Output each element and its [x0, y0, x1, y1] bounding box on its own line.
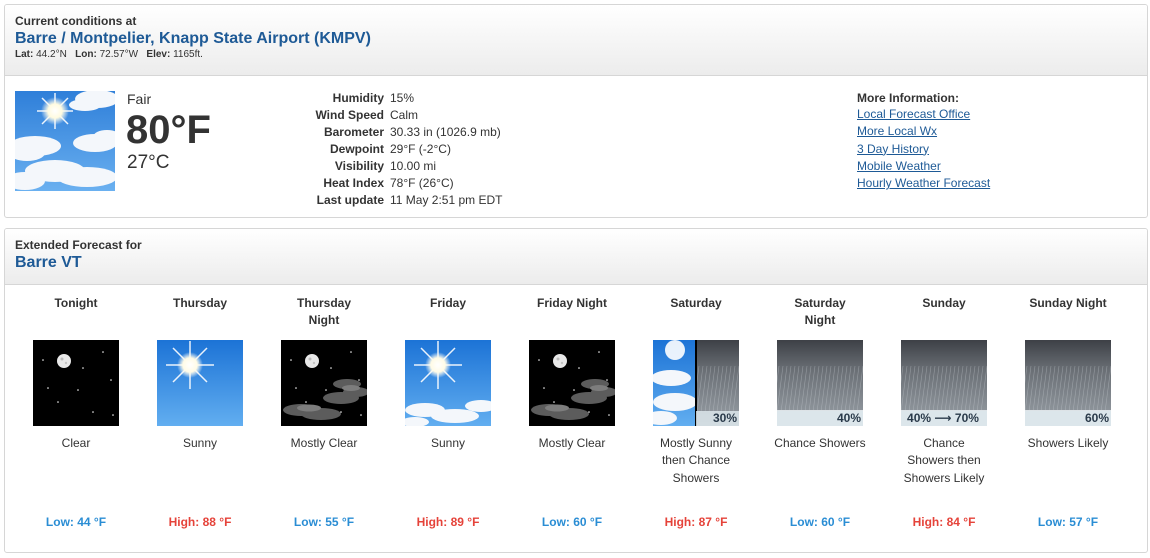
forecast-description: Sunny — [182, 436, 218, 450]
forecast-temperature: Low: 57 °F — [1037, 515, 1099, 529]
precip-chance-label: 60% — [1025, 411, 1111, 426]
forecast-day[interactable]: Friday Sunny High: 89 °F — [386, 295, 510, 545]
forecast-temperature: High: 84 °F — [912, 515, 976, 529]
lat-value: 44.2°N — [36, 49, 67, 60]
forecast-description: Chance Showers — [774, 436, 866, 450]
forecast-temperature: Low: 44 °F — [45, 515, 107, 529]
night-mostly-clear-icon — [529, 340, 615, 426]
night-clear-icon — [33, 340, 119, 426]
forecast-description: Chance Showers then Showers Likely — [903, 436, 985, 485]
forecast-temperature: Low: 55 °F — [293, 515, 355, 529]
more-information: More Information: Local Forecast Office … — [857, 91, 990, 192]
forecast-temperature: High: 89 °F — [416, 515, 480, 529]
showers-icon: 40% ⟶ 70% — [901, 340, 987, 426]
hourly-weather-forecast-link[interactable]: Hourly Weather Forecast — [857, 175, 990, 192]
forecast-day-name: Saturday Night — [794, 296, 846, 327]
forecast-description: Clear — [61, 436, 91, 450]
forecast-temperature: Low: 60 °F — [789, 515, 851, 529]
current-conditions-panel: Current conditions at Barre / Montpelier… — [4, 4, 1148, 218]
detail-row-last-update: Last update 11 May 2:51 pm EDT — [316, 193, 503, 207]
detail-row-humidity: Humidity 15% — [332, 91, 415, 105]
forecast-temperature: High: 87 °F — [664, 515, 728, 529]
forecast-day[interactable]: Thursday Night Mostly Clear Low: 55 °F — [262, 295, 386, 545]
detail-row-heat-index: Heat Index 78°F (26°C) — [323, 176, 454, 190]
precip-chance-label: 40% — [777, 411, 863, 426]
elev-label: Elev: — [146, 49, 171, 60]
local-forecast-office-link[interactable]: Local Forecast Office — [857, 106, 990, 123]
forecast-description: Mostly Sunny then Chance Showers — [659, 436, 733, 485]
forecast-day[interactable]: Thursday Sunny High: 88 °F — [138, 295, 262, 545]
forecast-day[interactable]: Tonight Clear Low: 44 °F — [14, 295, 138, 545]
forecast-description: Mostly Clear — [538, 436, 606, 450]
extended-forecast-panel: Extended Forecast for Barre VT Tonight Cl… — [4, 228, 1148, 553]
forecast-day-name: Sunday Night — [1029, 296, 1107, 310]
forecast-temperature: High: 88 °F — [168, 515, 232, 529]
forecast-day-name: Thursday — [172, 296, 227, 310]
detail-row-visibility: Visibility 10.00 mi — [334, 159, 437, 173]
forecast-day[interactable]: Saturday Night 40% Chance Showers Low: 60 °… — [758, 295, 882, 545]
station-name: Barre / Montpelier, Knapp State Airport … — [15, 30, 371, 47]
forecast-day-name: Tonight — [54, 296, 98, 310]
forecast-description: Showers Likely — [1027, 436, 1109, 450]
precip-chance-label: 40% ⟶ 70% — [901, 411, 987, 426]
forecast-location: Barre VT — [15, 254, 82, 271]
current-conditions-header: Current conditions at Barre / Montpelier… — [5, 5, 1147, 76]
sunny-icon — [157, 340, 243, 426]
forecast-day-name: Sunday — [922, 296, 966, 310]
forecast-day-name: Friday Night — [536, 296, 607, 310]
lon-label: Lon: — [75, 49, 97, 60]
night-mostly-clear-icon — [281, 340, 367, 426]
mobile-weather-link[interactable]: Mobile Weather — [857, 158, 990, 175]
current-temp-f: 80°F — [126, 108, 211, 152]
forecast-day-name: Saturday — [670, 296, 722, 310]
current-condition-text: Fair — [127, 91, 152, 107]
station-coordinates: Lat: 44.2°N Lon: 72.57°W Elev: 1165ft. — [15, 49, 1137, 60]
current-temp-c: 27°C — [127, 152, 170, 173]
lat-label: Lat: — [15, 49, 34, 60]
sunny-partly-cloudy-icon — [15, 91, 115, 191]
forecast-days: Tonight Clear Low: 44 °F Thursday Sunny High:… — [14, 295, 1138, 545]
forecast-description: Sunny — [430, 436, 466, 450]
elev-value: 1165ft. — [173, 49, 203, 60]
extended-forecast-label: Extended Forecast for — [15, 238, 142, 252]
forecast-day[interactable]: Friday Night Mostly Clear Low: 60 °F — [510, 295, 634, 545]
forecast-day-name: Thursday Night — [296, 296, 351, 327]
showers-icon: 40% — [777, 340, 863, 426]
forecast-day-name: Friday — [429, 296, 466, 310]
current-details-table: Humidity 15% Wind Speed Calm Barometer 30.3… — [255, 90, 506, 209]
forecast-day[interactable]: Sunday Night 60% Showers Likely Low: 57 °F — [1006, 295, 1130, 545]
current-conditions-label: Current conditions at — [15, 14, 137, 28]
forecast-description: Mostly Clear — [290, 436, 358, 450]
sunny-clouds-icon — [405, 340, 491, 426]
current-conditions-body: Fair 80°F 27°C Humidity 15% Wind Speed Cal… — [5, 76, 1147, 217]
mostly-sunny-then-showers-icon: 30% — [653, 340, 739, 426]
forecast-day[interactable]: Sunday 40% ⟶ 70% Chance Showers then Showe… — [882, 295, 1006, 545]
more-local-wx-link[interactable]: More Local Wx — [857, 123, 990, 140]
forecast-temperature: Low: 60 °F — [541, 515, 603, 529]
more-information-heading: More Information: — [857, 91, 959, 105]
showers-icon: 60% — [1025, 340, 1111, 426]
precip-chance-label: 30% — [696, 411, 739, 426]
lon-value: 72.57°W — [99, 49, 139, 60]
detail-row-dewpoint: Dewpoint 29°F (-2°C) — [330, 142, 451, 156]
detail-row-barometer: Barometer 30.33 in (1026.9 mb) — [323, 125, 501, 139]
detail-row-wind-speed: Wind Speed Calm — [315, 108, 419, 122]
forecast-day[interactable]: Saturday 30% Mostly Sunny then Chance Show… — [634, 295, 758, 545]
three-day-history-link[interactable]: 3 Day History — [857, 141, 990, 158]
extended-forecast-header: Extended Forecast for Barre VT — [5, 229, 1147, 285]
